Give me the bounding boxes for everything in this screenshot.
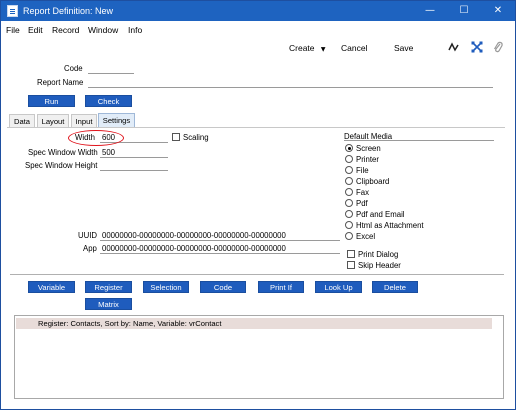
app-label: App (83, 244, 97, 253)
expand-arrows-icon[interactable] (471, 41, 483, 56)
close-button[interactable]: ✕ (481, 1, 515, 21)
radio-printer-label: Printer (356, 155, 379, 164)
print-dialog-label: Print Dialog (358, 250, 399, 259)
spec-window-height-field[interactable] (100, 170, 168, 171)
skip-header-checkbox[interactable] (347, 261, 355, 269)
print-dialog-checkbox[interactable] (347, 250, 355, 258)
app-value: 00000000-00000000-00000000-00000000-0000… (102, 244, 286, 253)
app-field[interactable] (100, 253, 340, 254)
definition-list[interactable]: Register: Contacts, Sort by: Name, Varia… (14, 315, 504, 399)
tab-settings[interactable]: Settings (98, 113, 135, 127)
width-highlight-annotation (68, 130, 124, 146)
radio-clipboard-label: Clipboard (356, 177, 390, 186)
spec-window-width-value: 500 (102, 148, 116, 157)
spec-window-height-label: Spec Window Height (25, 161, 98, 170)
tab-divider (7, 127, 505, 128)
window-title: Report Definition: New (23, 6, 114, 16)
tab-data[interactable]: Data (9, 114, 35, 127)
uuid-label: UUID (78, 231, 98, 240)
menu-bar: File Edit Record Window Info (1, 22, 515, 38)
radio-file[interactable] (345, 166, 353, 174)
code-label: Code (64, 64, 83, 73)
list-item-text: Register: Contacts, Sort by: Name, Varia… (38, 319, 222, 328)
create-button[interactable]: Create ▼ (289, 43, 326, 53)
matrix-button[interactable]: Matrix (85, 298, 132, 310)
radio-clipboard[interactable] (345, 177, 353, 185)
code-field[interactable] (88, 73, 134, 74)
save-button[interactable]: Save (394, 43, 413, 53)
radio-screen-label: Screen (356, 144, 381, 153)
menu-window[interactable]: Window (88, 25, 118, 35)
menu-info[interactable]: Info (128, 25, 142, 35)
skip-header-label: Skip Header (358, 261, 401, 270)
radio-html-as-attachment[interactable] (345, 221, 353, 229)
toolbar: Create ▼ Cancel Save (1, 38, 515, 58)
tab-input[interactable]: Input (71, 114, 97, 127)
radio-pdf-and-email-label: Pdf and Email (356, 210, 405, 219)
spec-window-width-field[interactable] (100, 157, 168, 158)
uuid-field[interactable] (100, 240, 340, 241)
spec-window-width-label: Spec Window Width (28, 148, 98, 157)
maximize-button[interactable]: ☐ (447, 1, 481, 21)
radio-fax[interactable] (345, 188, 353, 196)
section-divider (10, 274, 504, 275)
radio-pdf[interactable] (345, 199, 353, 207)
print-if-button[interactable]: Print If (258, 281, 304, 293)
scaling-label: Scaling (183, 133, 209, 142)
radio-fax-label: Fax (356, 188, 369, 197)
register-button[interactable]: Register (85, 281, 132, 293)
radio-screen[interactable] (345, 144, 353, 152)
report-definition-window: Report Definition: New — ☐ ✕ File Edit R… (0, 0, 516, 410)
check-button[interactable]: Check (85, 95, 132, 107)
delete-button[interactable]: Delete (372, 281, 418, 293)
radio-excel[interactable] (345, 232, 353, 240)
chevron-down-icon: ▼ (320, 46, 326, 53)
paperclip-icon[interactable] (493, 41, 503, 57)
menu-edit[interactable]: Edit (28, 25, 43, 35)
minimize-button[interactable]: — (413, 1, 447, 21)
look-up-button[interactable]: Look Up (315, 281, 362, 293)
menu-file[interactable]: File (6, 25, 20, 35)
radio-excel-label: Excel (356, 232, 376, 241)
list-item[interactable]: Register: Contacts, Sort by: Name, Varia… (16, 318, 492, 329)
menu-record[interactable]: Record (52, 25, 79, 35)
scaling-checkbox[interactable] (172, 133, 180, 141)
run-button[interactable]: Run (28, 95, 75, 107)
app-document-icon (7, 5, 18, 17)
report-name-field[interactable] (88, 87, 493, 88)
create-label: Create (289, 43, 315, 53)
radio-pdf-label: Pdf (356, 199, 368, 208)
cancel-button[interactable]: Cancel (341, 43, 367, 53)
default-media-divider (344, 140, 494, 141)
selection-button[interactable]: Selection (143, 281, 189, 293)
radio-file-label: File (356, 166, 369, 175)
activity-pulse-icon[interactable] (448, 41, 460, 56)
tab-layout[interactable]: Layout (37, 114, 69, 127)
variable-button[interactable]: Variable (28, 281, 75, 293)
uuid-value: 00000000-00000000-00000000-00000000-0000… (102, 231, 286, 240)
code-button[interactable]: Code (200, 281, 246, 293)
radio-html-as-attachment-label: Html as Attachment (356, 221, 424, 230)
report-name-label: Report Name (37, 78, 84, 87)
title-bar[interactable]: Report Definition: New — ☐ ✕ (1, 1, 515, 21)
radio-pdf-and-email[interactable] (345, 210, 353, 218)
radio-printer[interactable] (345, 155, 353, 163)
